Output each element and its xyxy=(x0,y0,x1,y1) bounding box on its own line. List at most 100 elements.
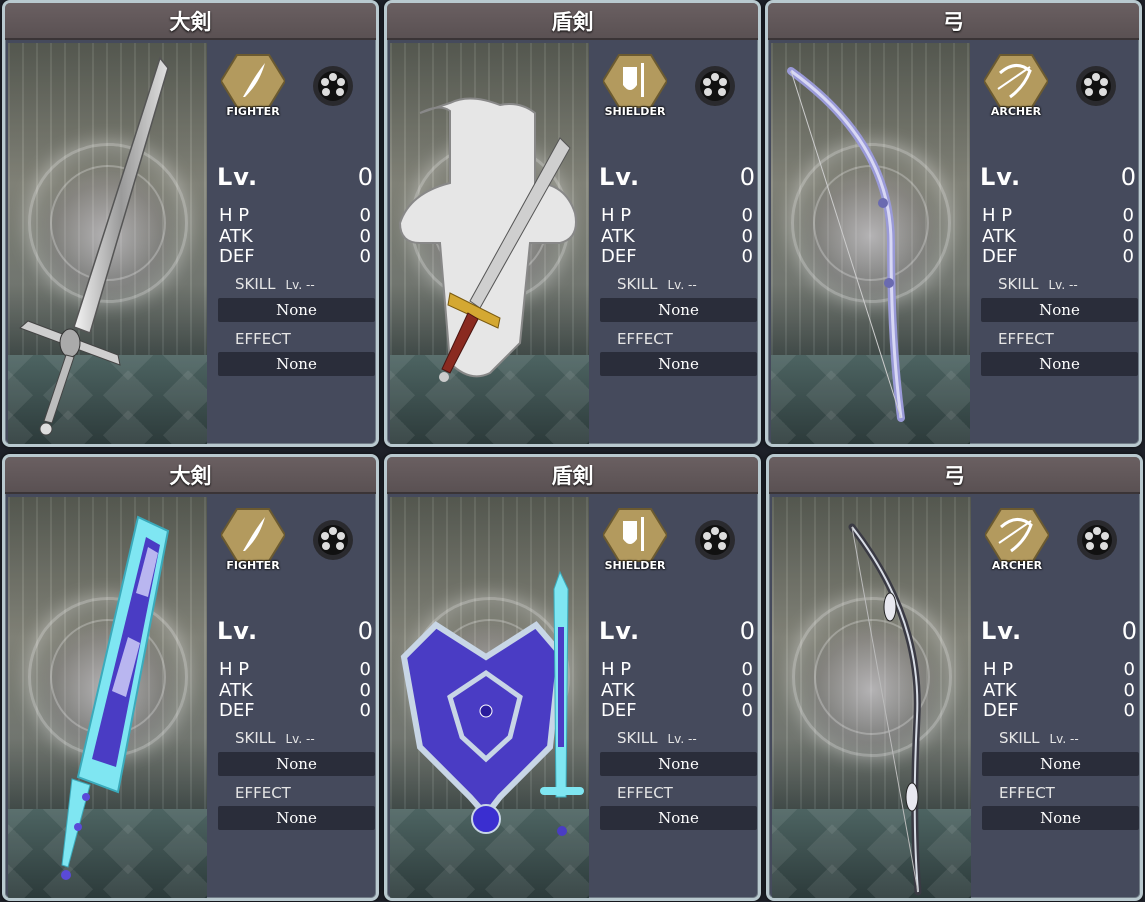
atk-label: ATK xyxy=(983,680,1017,701)
shield-sword-icon xyxy=(603,508,667,562)
weapon-art xyxy=(8,497,207,898)
effect-label: EFFECT xyxy=(235,784,291,802)
hp-label: H P xyxy=(601,659,632,680)
def-label: DEF xyxy=(219,246,255,267)
lv-label: Lv. xyxy=(217,617,259,645)
atk-label: ATK xyxy=(601,680,635,701)
skill-lv: Lv. -- xyxy=(285,278,315,292)
atk-label: ATK xyxy=(601,226,635,247)
atk-label: ATK xyxy=(219,226,253,247)
atk-label: ATK xyxy=(982,226,1016,247)
class-badge: ARCHER xyxy=(982,53,1050,123)
hp-label: H P xyxy=(982,205,1013,226)
card-title: 大剣 xyxy=(5,457,376,494)
quill-icon xyxy=(221,508,285,562)
class-badge: FIGHTER xyxy=(219,507,287,577)
atk-value: 0 xyxy=(741,226,753,247)
lv-label: Lv. xyxy=(599,163,641,191)
effect-value: None xyxy=(600,806,757,830)
effect-value: None xyxy=(600,352,757,376)
skill-value: None xyxy=(218,298,375,322)
skill-lv: Lv. -- xyxy=(285,732,315,746)
hp-value: 0 xyxy=(741,205,753,226)
weapon-art xyxy=(390,497,589,898)
element-orb-icon[interactable] xyxy=(312,519,354,561)
effect-label: EFFECT xyxy=(617,330,673,348)
hp-label: H P xyxy=(983,659,1014,680)
weapon-card-greatsword-1[interactable]: 大剣 FIGHTER Lv. 0 H P 0 ATK 0 DEF 0 SKILL Lv. … xyxy=(2,0,379,447)
weapon-art xyxy=(390,43,589,444)
card-title: 盾剣 xyxy=(387,457,758,494)
skill-label: SKILL xyxy=(998,275,1039,293)
hp-value: 0 xyxy=(359,205,371,226)
shield-sword-silver-image xyxy=(398,97,577,382)
class-label: ARCHER xyxy=(990,105,1042,118)
lv-value: 0 xyxy=(1121,617,1137,645)
weapon-card-shieldsword-2[interactable]: 盾剣 SHIELDER Lv. 0 H P0 ATK 0 DEF 0 SKILL L xyxy=(384,454,761,901)
element-orb-icon[interactable] xyxy=(1076,519,1118,561)
atk-label: ATK xyxy=(219,680,253,701)
hp-value: 0 xyxy=(1123,659,1135,680)
hp-label: H P xyxy=(219,205,250,226)
class-badge: SHIELDER xyxy=(601,507,669,577)
weapon-card-shieldsword-1[interactable]: 盾剣 SHIELDER Lv. 0 H P 0 ATK 0 DEF 0 SKILL Lv.… xyxy=(384,0,761,447)
class-label: ARCHER xyxy=(991,559,1043,572)
element-orb-icon[interactable] xyxy=(1075,65,1117,107)
atk-value: 0 xyxy=(1122,226,1134,247)
effect-label: EFFECT xyxy=(235,330,291,348)
card-title: 弓 xyxy=(768,3,1139,40)
class-label: SHIELDER xyxy=(604,559,666,572)
def-value: 0 xyxy=(741,246,753,267)
def-label: DEF xyxy=(982,246,1018,267)
def-value: 0 xyxy=(741,700,753,721)
weapon-card-bow-2[interactable]: 弓 ARCHER Lv. 0 H P 0 ATK 0 DEF 0 SKILL Lv. --… xyxy=(766,454,1143,901)
lv-label: Lv. xyxy=(981,617,1023,645)
atk-value: 0 xyxy=(1123,680,1135,701)
effect-label: EFFECT xyxy=(617,784,673,802)
skill-label: SKILL xyxy=(617,729,658,747)
effect-value: None xyxy=(982,806,1139,830)
skill-value: None xyxy=(982,752,1139,776)
card-title: 大剣 xyxy=(5,3,376,40)
card-title: 盾剣 xyxy=(387,3,758,40)
class-badge: FIGHTER xyxy=(219,53,287,123)
quill-icon xyxy=(221,54,285,108)
element-orb-icon[interactable] xyxy=(694,65,736,107)
skill-label: SKILL xyxy=(235,275,276,293)
greatsword-crystal-image xyxy=(61,515,170,880)
effect-label: EFFECT xyxy=(998,330,1054,348)
class-label: SHIELDER xyxy=(604,105,666,118)
element-orb-icon[interactable] xyxy=(312,65,354,107)
lv-label: Lv. xyxy=(980,163,1022,191)
atk-value: 0 xyxy=(359,680,371,701)
weapon-card-greatsword-2[interactable]: 大剣 FIGHTER Lv. 0 H P 0 ATK 0 DEF 0 SKILL Lv. … xyxy=(2,454,379,901)
bow-icon xyxy=(984,54,1048,108)
skill-value: None xyxy=(600,298,757,322)
hp-label: H P xyxy=(219,659,250,680)
bow-icon xyxy=(985,508,1049,562)
hp-label: H P xyxy=(601,205,632,226)
def-label: DEF xyxy=(983,700,1019,721)
skill-value: None xyxy=(981,298,1138,322)
lv-label: Lv. xyxy=(217,163,259,191)
effect-value: None xyxy=(218,806,375,830)
weapon-art xyxy=(772,497,971,898)
lv-label: Lv. xyxy=(599,617,641,645)
class-badge: SHIELDER xyxy=(601,53,669,123)
weapon-card-bow-1[interactable]: 弓 ARCHER Lv. 0 H P 0 ATK 0 DEF 0 SKILL Lv. --… xyxy=(765,0,1142,447)
effect-label: EFFECT xyxy=(999,784,1055,802)
skill-lv: Lv. -- xyxy=(667,732,697,746)
def-value: 0 xyxy=(1123,700,1135,721)
def-label: DEF xyxy=(219,700,255,721)
hp-value: 0 xyxy=(741,659,753,680)
lv-value: 0 xyxy=(739,617,755,645)
skill-lv: Lv. -- xyxy=(1049,732,1079,746)
hp-value: 0 xyxy=(359,659,371,680)
def-value: 0 xyxy=(1122,246,1134,267)
skill-lv: Lv. -- xyxy=(667,278,697,292)
effect-value: None xyxy=(981,352,1138,376)
element-orb-icon[interactable] xyxy=(694,519,736,561)
shield-sword-icon xyxy=(603,54,667,108)
class-badge: ARCHER xyxy=(983,507,1051,577)
class-label: FIGHTER xyxy=(226,559,280,572)
